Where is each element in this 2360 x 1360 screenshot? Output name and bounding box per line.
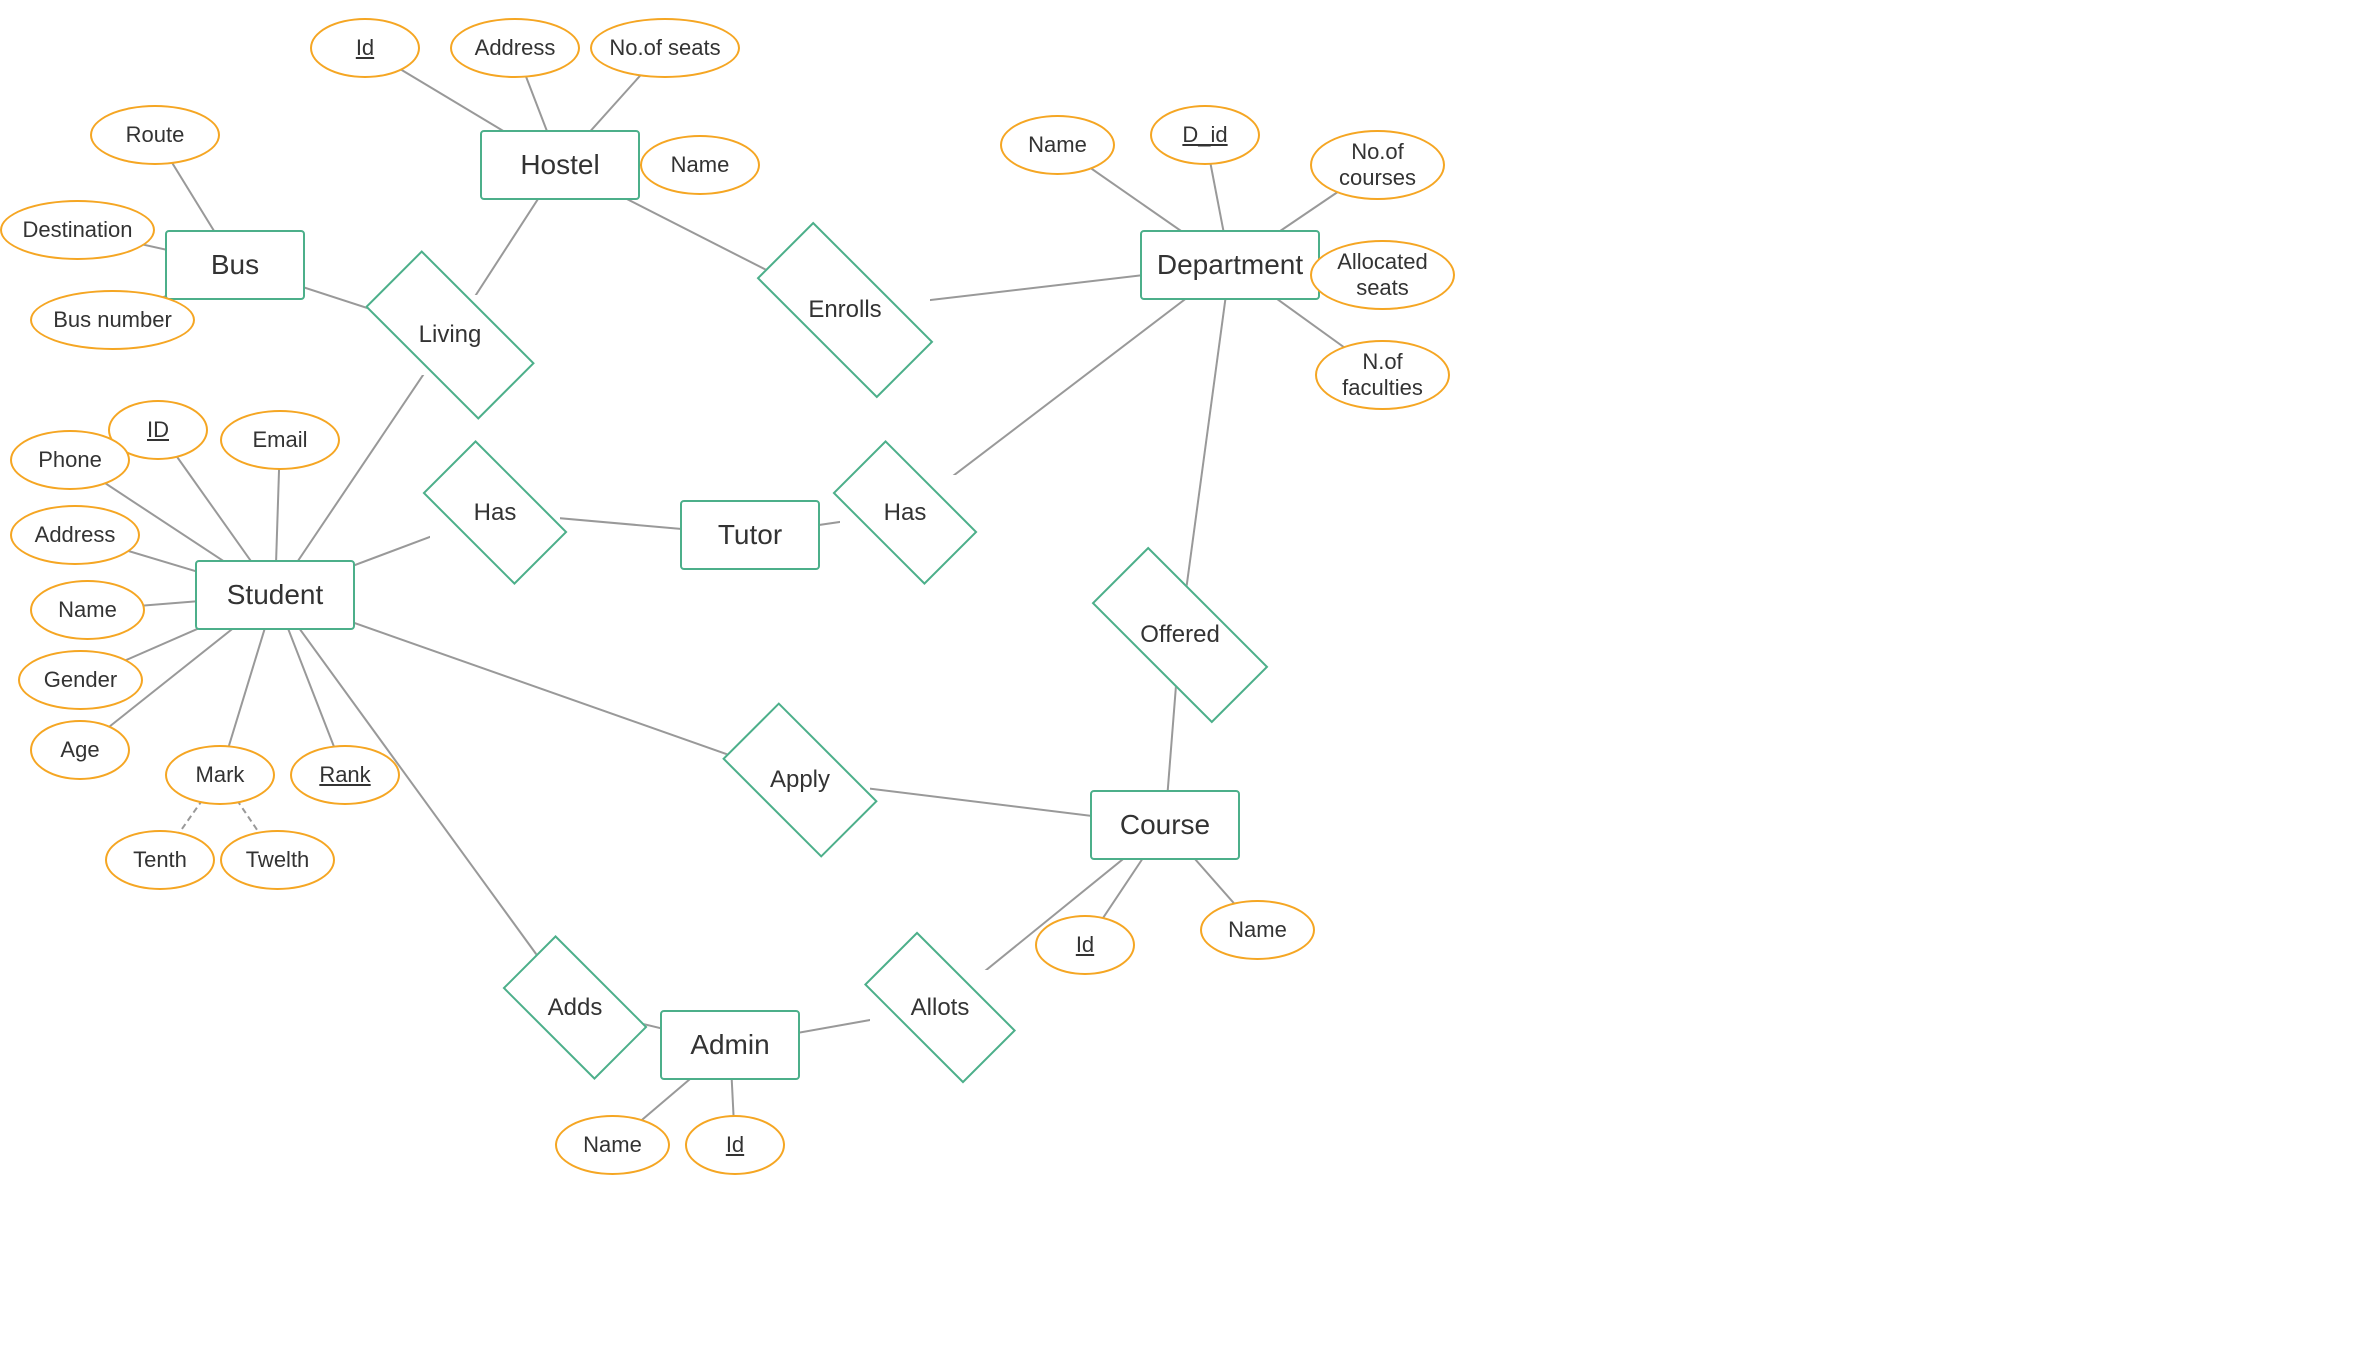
attribute-bus_number: Bus number <box>30 290 195 350</box>
attribute-hostel_address: Address <box>450 18 580 78</box>
entity-bus: Bus <box>165 230 305 300</box>
attribute-dept_faculties: N.of faculties <box>1315 340 1450 410</box>
entity-hostel: Hostel <box>480 130 640 200</box>
attribute-dept_name: Name <box>1000 115 1115 175</box>
relationship-offered: Offered <box>1095 595 1265 675</box>
attribute-student_email: Email <box>220 410 340 470</box>
attribute-hostel_id: Id <box>310 18 420 78</box>
attribute-student_gender: Gender <box>18 650 143 710</box>
attribute-student_rank: Rank <box>290 745 400 805</box>
attribute-student_twelth: Twelth <box>220 830 335 890</box>
attribute-bus_route: Route <box>90 105 220 165</box>
entity-course: Course <box>1090 790 1240 860</box>
attribute-student_age: Age <box>30 720 130 780</box>
relationship-apply: Apply <box>730 740 870 820</box>
attribute-dept_seats: Allocated seats <box>1310 240 1455 310</box>
attribute-admin_id: Id <box>685 1115 785 1175</box>
attribute-student_address: Address <box>10 505 140 565</box>
er-diagram: Hostel Bus Student Tutor Admin Department Cour… <box>0 0 2360 1360</box>
relationship-living: Living <box>370 295 530 375</box>
entity-student: Student <box>195 560 355 630</box>
attribute-student_phone: Phone <box>10 430 130 490</box>
relationship-has1: Has <box>430 475 560 550</box>
attribute-course_id: Id <box>1035 915 1135 975</box>
entity-tutor: Tutor <box>680 500 820 570</box>
attribute-course_name: Name <box>1200 900 1315 960</box>
relationship-has2: Has <box>840 475 970 550</box>
attribute-admin_name: Name <box>555 1115 670 1175</box>
attribute-bus_dest: Destination <box>0 200 155 260</box>
entity-admin: Admin <box>660 1010 800 1080</box>
attribute-student_name: Name <box>30 580 145 640</box>
entity-department: Department <box>1140 230 1320 300</box>
relationship-allots: Allots <box>870 970 1010 1045</box>
attribute-hostel_name: Name <box>640 135 760 195</box>
relationship-enrolls: Enrolls <box>760 270 930 350</box>
attribute-student_tenth: Tenth <box>105 830 215 890</box>
attribute-hostel_seats: No.of seats <box>590 18 740 78</box>
attribute-student_mark: Mark <box>165 745 275 805</box>
relationship-adds: Adds <box>510 970 640 1045</box>
attribute-dept_did: D_id <box>1150 105 1260 165</box>
attribute-dept_courses: No.of courses <box>1310 130 1445 200</box>
